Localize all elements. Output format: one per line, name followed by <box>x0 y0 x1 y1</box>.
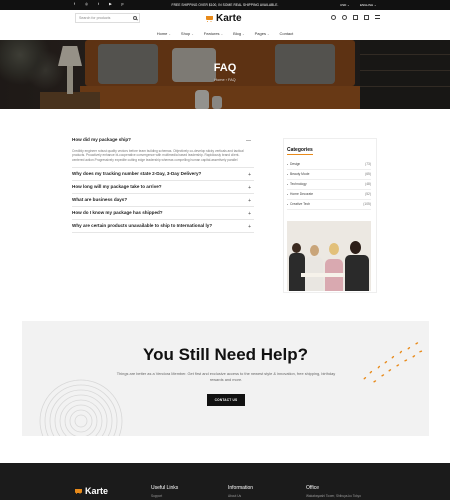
search-placeholder: Search for products <box>79 16 111 20</box>
category-item[interactable]: Home Decorate (52) <box>287 190 371 200</box>
faq-item[interactable]: How did my package ship? — Credibly engi… <box>72 134 254 168</box>
category-count: (73) <box>365 162 371 166</box>
language-select[interactable]: ENGLISH ⌄ <box>360 3 377 7</box>
currency-select[interactable]: USD ⌄ <box>340 3 350 7</box>
nav-item-contact[interactable]: Contact <box>279 31 293 36</box>
nav-item-pages[interactable]: Pages⌄ <box>255 31 270 36</box>
menu-icon[interactable] <box>375 15 380 19</box>
footer-column-information: Information About Us <box>228 485 253 498</box>
search-input[interactable]: Search for products <box>75 13 140 23</box>
category-item[interactable]: Creative Tech (105) <box>287 200 371 210</box>
faq-question[interactable]: Why are certain products unavailable to … <box>72 220 254 232</box>
header-icons <box>331 15 380 20</box>
faq-question[interactable]: How did my package ship? <box>72 134 254 146</box>
faq-question[interactable]: What are business days? <box>72 194 254 206</box>
cart-icon[interactable] <box>364 15 369 20</box>
compare-icon[interactable] <box>353 15 358 20</box>
category-count: (105) <box>363 202 371 206</box>
sidebar-title: Categories <box>287 147 313 153</box>
faq-item[interactable]: What are business days? + <box>72 194 254 207</box>
nav-item-blog[interactable]: Blog⌄ <box>233 31 245 36</box>
category-item[interactable]: Design (73) <box>287 160 371 170</box>
category-count: (48) <box>365 182 371 186</box>
expand-icon[interactable]: + <box>248 198 251 204</box>
breadcrumb: Home › FAQ <box>0 78 450 82</box>
category-name: Beauty Mode <box>290 172 310 176</box>
category-name: Design <box>290 162 301 166</box>
category-item[interactable]: Beauty Mode (65) <box>287 170 371 180</box>
chevron-down-icon: ⌄ <box>266 32 270 36</box>
bullet-icon <box>287 204 289 206</box>
breadcrumb-separator: › <box>225 78 227 82</box>
footer-column-office: Office Wakabayashi Tower, Shibuya-ku Tok… <box>306 485 361 498</box>
account-icon[interactable] <box>331 15 336 20</box>
logo-text: Karte <box>216 13 242 24</box>
bullet-icon <box>287 174 289 176</box>
promo-text: FREE SHIPPING OVER $100, IN SOME REAL SH… <box>171 3 279 7</box>
faq-question[interactable]: How do I know my package has shipped? <box>72 207 254 219</box>
footer-column-title: Useful Links <box>151 485 179 491</box>
footer-column-useful-links: Useful Links Support <box>151 485 178 498</box>
collapse-icon[interactable]: — <box>246 138 251 144</box>
logo-cart-icon <box>74 488 83 495</box>
breadcrumb-home[interactable]: Home <box>214 78 224 82</box>
faq-item[interactable]: Why are certain products unavailable to … <box>72 220 254 233</box>
faq-accordion: How did my package ship? — Credibly engi… <box>72 134 254 233</box>
chevron-down-icon: ⌄ <box>168 32 171 36</box>
top-bar: f ◎ t ▶ p FREE SHIPPING OVER $100, IN SO… <box>0 0 450 10</box>
rings-decoration <box>39 379 123 436</box>
bullet-icon <box>287 194 289 196</box>
main-nav: Home⌄ Shop⌄ Features⌄ Blog⌄ Pages⌄ Conta… <box>0 28 450 40</box>
contact-us-button[interactable]: CONTACT US <box>207 394 245 406</box>
office-address: Wakabayashi Tower, Shibuya-ku Tokyo <box>306 494 362 498</box>
category-name: Home Decorate <box>290 192 314 196</box>
confetti-decoration <box>363 342 423 383</box>
bullet-icon <box>287 164 289 166</box>
help-banner: You Still Need Help? Things are better a… <box>22 321 429 436</box>
expand-icon[interactable]: + <box>248 185 251 191</box>
faq-question[interactable]: How long will my package take to arrive? <box>72 181 254 193</box>
site-logo[interactable]: Karte <box>205 13 242 24</box>
chevron-down-icon: ⌄ <box>220 32 224 36</box>
expand-icon[interactable]: + <box>248 211 251 217</box>
title-underline <box>287 154 313 155</box>
footer-link[interactable]: Support <box>151 494 178 498</box>
faq-question[interactable]: Why does my tracking number state 2-Day,… <box>72 168 254 180</box>
wishlist-icon[interactable] <box>342 15 347 20</box>
page-hero: FAQ Home › FAQ <box>0 40 450 109</box>
header: Search for products Karte <box>0 10 450 28</box>
faq-item[interactable]: How do I know my package has shipped? + <box>72 207 254 220</box>
breadcrumb-current: FAQ <box>227 78 236 82</box>
category-name: Creative Tech <box>290 202 311 206</box>
chevron-down-icon: ⌄ <box>242 32 245 36</box>
category-count: (52) <box>365 192 371 196</box>
logo-cart-icon <box>205 15 214 22</box>
expand-icon[interactable]: + <box>248 224 251 230</box>
category-name: Technology <box>290 182 307 186</box>
nav-item-home[interactable]: Home⌄ <box>157 31 171 36</box>
faq-item[interactable]: Why does my tracking number state 2-Day,… <box>72 168 254 181</box>
footer-column-title: Office <box>306 485 319 491</box>
footer-logo[interactable]: Karte <box>74 486 108 496</box>
faq-item[interactable]: How long will my package take to arrive?… <box>72 181 254 194</box>
sidebar-categories: Categories Design (73) Beauty Mode (65) Te… <box>283 138 377 293</box>
category-item[interactable]: Technology (48) <box>287 180 371 190</box>
bullet-icon <box>287 184 289 186</box>
footer-column-title: Information <box>228 485 254 491</box>
sidebar-banner-image[interactable] <box>287 221 371 291</box>
category-count: (65) <box>365 172 371 176</box>
chevron-down-icon: ⌄ <box>191 32 194 36</box>
nav-item-shop[interactable]: Shop⌄ <box>181 31 194 36</box>
page-title: FAQ <box>213 62 237 74</box>
help-text: Things are better as a Vendora Member. G… <box>116 371 336 382</box>
footer-link[interactable]: About Us <box>228 494 253 498</box>
search-icon[interactable] <box>133 16 137 20</box>
faq-answer: Credibly engineer robust quality vectors… <box>72 149 244 162</box>
expand-icon[interactable]: + <box>248 172 251 178</box>
footer-logo-text: Karte <box>85 486 109 496</box>
site-footer: Karte Useful Links Support Information A… <box>0 463 450 500</box>
nav-item-features[interactable]: Features⌄ <box>204 31 223 36</box>
